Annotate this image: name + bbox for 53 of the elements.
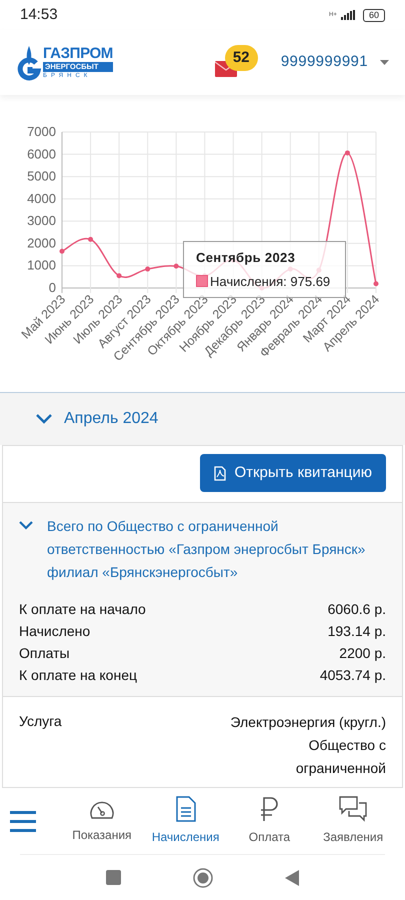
service-value: ограниченной: [296, 759, 386, 778]
data-point: [60, 248, 64, 254]
row-label: Оплаты: [19, 644, 70, 662]
row-label: К оплате на начало: [19, 600, 146, 618]
y-axis-label: 0: [48, 280, 56, 295]
status-time: 14:53: [20, 4, 58, 25]
back-nav-icon[interactable]: [285, 870, 299, 886]
home-nav-icon[interactable]: [193, 868, 213, 888]
caret-icon[interactable]: [380, 60, 389, 65]
data-point: [344, 150, 350, 156]
nav-tab[interactable]: Начисления: [144, 796, 228, 846]
data-point: [116, 273, 122, 278]
y-axis-label: 7000: [27, 124, 56, 139]
ruble-icon[interactable]: [259, 796, 280, 822]
logo-text: ГАЗПРОМ: [43, 46, 113, 62]
account-selector[interactable]: 9999999991: [280, 51, 368, 74]
row-value: 2200 р.: [339, 644, 386, 663]
row-label: Начислено: [19, 622, 90, 640]
row-label: К оплате на конец: [19, 666, 138, 685]
data-point: [88, 236, 94, 242]
pdf-file-icon[interactable]: [214, 466, 226, 480]
document-icon[interactable]: [176, 796, 196, 822]
nav-tab[interactable]: Показания: [60, 798, 144, 844]
row-value: 4053.74 р.: [320, 666, 386, 685]
row-value: 6060.6 р.: [328, 600, 386, 619]
service-label: Услуга: [19, 712, 62, 731]
tooltip-title: Сентябрь 2023: [196, 249, 296, 267]
service-value: Электроэнергия (кругл.): [230, 713, 386, 732]
tooltip-value: Начисления: 975.69: [210, 272, 330, 290]
service-value: Общество с: [308, 736, 386, 755]
chat-bubbles-icon[interactable]: [339, 796, 368, 822]
chevron-down-icon[interactable]: [36, 414, 52, 424]
y-axis-label: 1000: [27, 258, 56, 273]
chevron-down-icon[interactable]: [19, 521, 33, 530]
summary-title[interactable]: Всего по Общество с ограниченной ответственностью «Газпром энергосбыт Брянск» филиал «Брянскэнергосбыт»: [47, 515, 386, 584]
flame-logo-icon: [16, 44, 42, 80]
data-point: [374, 281, 378, 286]
open-receipt-button[interactable]: Открыть квитанцию: [200, 454, 386, 492]
signal-icon: [340, 10, 355, 20]
row-value: 193.14 р.: [328, 622, 386, 641]
message-count-badge: 52: [224, 44, 258, 71]
nav-tab[interactable]: Оплата: [228, 796, 312, 846]
y-axis-label: 3000: [27, 213, 56, 228]
nav-tab[interactable]: Заявления: [311, 796, 395, 846]
y-axis-label: 5000: [27, 168, 56, 184]
data-point: [174, 264, 179, 269]
period-header[interactable]: Апрель 2024: [0, 393, 405, 445]
battery-level: 60: [362, 8, 385, 22]
period-label: Апрель 2024: [64, 409, 158, 429]
y-axis-label: 2000: [27, 235, 56, 250]
y-axis-label: 6000: [27, 146, 56, 162]
data-point: [145, 266, 150, 272]
y-axis-label: 4000: [27, 190, 56, 206]
